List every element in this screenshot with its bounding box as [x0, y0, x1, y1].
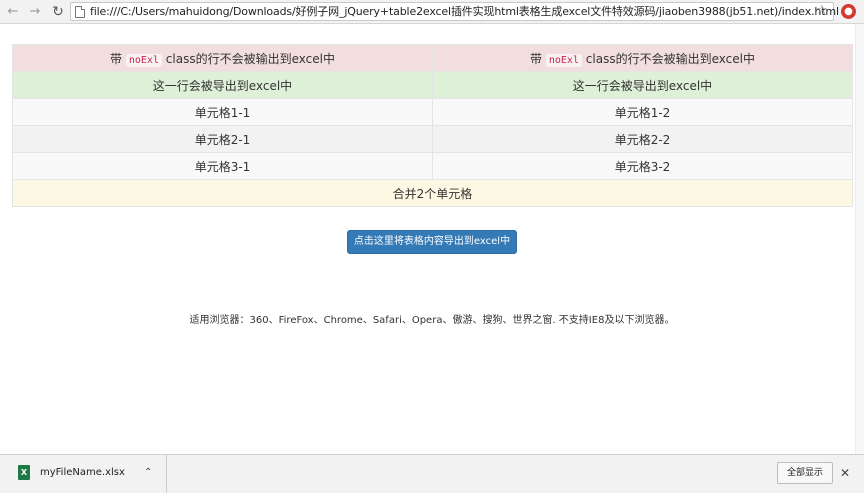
- show-all-button[interactable]: 全部显示: [777, 462, 833, 484]
- chevron-up-icon[interactable]: ⌃: [144, 465, 152, 480]
- export-table: 带 noExl class的行不会被输出到excel中 带 noExl clas…: [12, 44, 853, 207]
- table-cell: 单元格3-2: [432, 152, 853, 180]
- table-cell: 单元格1-1: [12, 98, 433, 126]
- noexl-code: noExl: [545, 53, 582, 67]
- address-bar[interactable]: file:///C:/Users/mahuidong/Downloads/好例子…: [70, 2, 839, 21]
- table-cell: 单元格1-2: [432, 98, 853, 126]
- reload-icon[interactable]: ↻: [49, 3, 67, 21]
- merged-cell: 合并2个单元格: [12, 179, 853, 207]
- export-row: 这一行会被导出到excel中 这一行会被导出到excel中: [12, 71, 853, 99]
- extension-icon[interactable]: ●: [841, 4, 856, 19]
- forward-arrow-icon[interactable]: →: [26, 3, 44, 21]
- download-file-name[interactable]: myFileName.xlsx: [40, 465, 125, 480]
- browser-compat-note: 适用浏览器：360、FireFox、Chrome、Safari、Opera、傲游…: [189, 315, 675, 326]
- noexport-row: 带 noExl class的行不会被输出到excel中 带 noExl clas…: [12, 44, 853, 72]
- table-cell: 带 noExl class的行不会被输出到excel中: [432, 44, 853, 72]
- close-icon[interactable]: ✕: [840, 463, 850, 483]
- browser-toolbar: ← → ↻ file:///C:/Users/mahuidong/Downloa…: [0, 0, 864, 24]
- back-arrow-icon[interactable]: ←: [4, 3, 22, 21]
- table-cell: 这一行会被导出到excel中: [432, 71, 853, 99]
- table-cell: 带 noExl class的行不会被输出到excel中: [12, 44, 433, 72]
- table-cell: 单元格3-1: [12, 152, 433, 180]
- excel-file-icon: X: [18, 465, 30, 480]
- merged-row: 合并2个单元格: [12, 179, 853, 207]
- download-bar: X myFileName.xlsx ⌃ 全部显示 ✕: [0, 454, 864, 493]
- vertical-scrollbar[interactable]: [855, 24, 864, 454]
- noexl-code: noExl: [125, 53, 162, 67]
- table-row: 单元格3-1 单元格3-2: [12, 152, 853, 180]
- download-item[interactable]: X myFileName.xlsx ⌃: [0, 455, 167, 493]
- export-button[interactable]: 点击这里将表格内容导出到excel中: [347, 230, 517, 254]
- table-cell: 单元格2-1: [12, 125, 433, 153]
- page-icon: [75, 6, 85, 18]
- table-cell: 这一行会被导出到excel中: [12, 71, 433, 99]
- page-content: 带 noExl class的行不会被输出到excel中 带 noExl clas…: [0, 24, 864, 454]
- table-cell: 单元格2-2: [432, 125, 853, 153]
- bookmark-star-icon[interactable]: ☆: [816, 2, 828, 20]
- table-row: 单元格1-1 单元格1-2: [12, 98, 853, 126]
- url-text[interactable]: file:///C:/Users/mahuidong/Downloads/好例子…: [90, 3, 839, 20]
- table-row: 单元格2-1 单元格2-2: [12, 125, 853, 153]
